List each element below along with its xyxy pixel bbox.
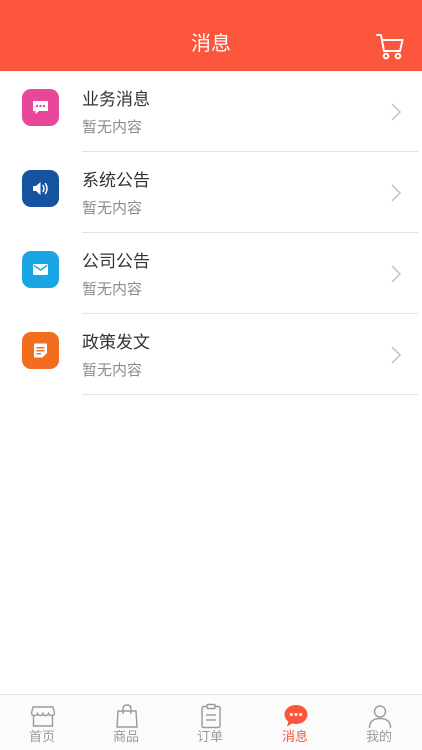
tab-label: 订单 bbox=[196, 730, 223, 745]
cart-icon bbox=[376, 34, 404, 60]
shopping-bag-icon bbox=[116, 704, 138, 728]
chat-bubble-icon bbox=[284, 705, 308, 727]
tab-label: 首页 bbox=[28, 730, 55, 745]
message-title: 系统公告 bbox=[82, 171, 150, 191]
message-subtitle: 暂无内容 bbox=[82, 280, 143, 298]
chevron-right-icon bbox=[391, 265, 402, 283]
chevron-right-icon bbox=[391, 103, 402, 121]
message-item-business[interactable]: 业务消息 暂无内容 bbox=[0, 71, 422, 152]
message-subtitle: 暂无内容 bbox=[82, 199, 143, 217]
divider bbox=[82, 394, 418, 395]
tab-home[interactable]: 首页 bbox=[0, 695, 84, 750]
person-icon bbox=[368, 705, 392, 729]
tab-products[interactable]: 商品 bbox=[84, 695, 168, 750]
message-item-system[interactable]: 系统公告 暂无内容 bbox=[0, 152, 422, 233]
tab-orders[interactable]: 订单 bbox=[168, 695, 252, 750]
store-icon bbox=[30, 706, 56, 727]
message-item-policy[interactable]: 政策发文 暂无内容 bbox=[0, 314, 422, 395]
tab-label: 我的 bbox=[365, 730, 392, 745]
message-subtitle: 暂无内容 bbox=[82, 361, 143, 379]
tab-messages[interactable]: 消息 bbox=[253, 695, 337, 750]
message-title: 业务消息 bbox=[82, 90, 150, 110]
chat-bubble-icon bbox=[22, 89, 59, 126]
header-bar: 消息 bbox=[0, 0, 422, 71]
message-title: 公司公告 bbox=[82, 252, 150, 272]
document-icon bbox=[22, 332, 59, 369]
chevron-right-icon bbox=[391, 184, 402, 202]
page-title: 消息 bbox=[191, 31, 231, 55]
cart-button[interactable] bbox=[374, 30, 406, 62]
tab-mine[interactable]: 我的 bbox=[337, 695, 421, 750]
message-list: 业务消息 暂无内容 系统公告 暂无内容 公司公告 暂无内容 政策发文 暂无内容 bbox=[0, 71, 422, 395]
chevron-right-icon bbox=[391, 346, 402, 364]
message-subtitle: 暂无内容 bbox=[82, 118, 143, 136]
bottom-tab-bar: 首页 商品 订单 消息 我的 bbox=[0, 694, 422, 750]
tab-label: 消息 bbox=[281, 730, 308, 745]
tab-label: 商品 bbox=[112, 730, 139, 745]
messages-screen: 消息 业务消息 暂无内容 系统公告 暂无内容 公司公告 暂无内容 政策发文 暂无… bbox=[0, 0, 422, 750]
mail-icon bbox=[22, 251, 59, 288]
message-title: 政策发文 bbox=[82, 333, 150, 353]
clipboard-icon bbox=[201, 703, 221, 729]
speaker-icon bbox=[22, 170, 59, 207]
message-item-company[interactable]: 公司公告 暂无内容 bbox=[0, 233, 422, 314]
